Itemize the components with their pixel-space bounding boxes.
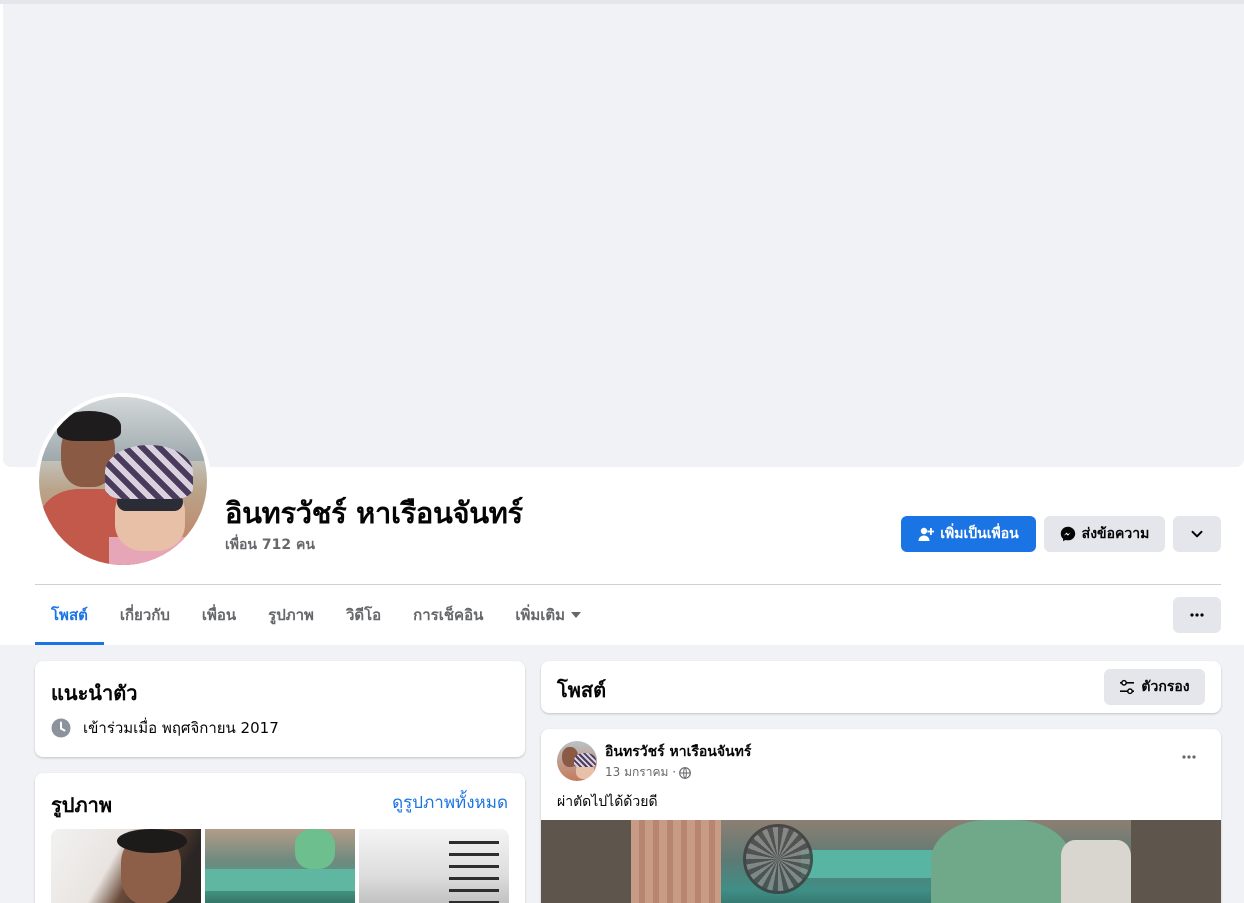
profile-name: อินทรวัชร์ หาเรือนจันทร์	[225, 496, 523, 530]
photo-thumbnail[interactable]	[359, 829, 509, 903]
post-date[interactable]: 13 มกราคม ·	[605, 763, 676, 782]
post-author-name[interactable]: อินทรวัชร์ หาเรือนจันทร์	[605, 741, 751, 763]
profile-tabs: โพสต์ เกี่ยวกับ เพื่อน รูปภาพ วิดีโอ การ…	[35, 585, 597, 645]
chevron-down-icon	[1190, 527, 1204, 541]
posts-header-card: โพสต์ ตัวกรอง	[541, 661, 1221, 713]
post-options-button[interactable]	[1171, 741, 1207, 777]
filter-button[interactable]: ตัวกรอง	[1104, 669, 1205, 705]
photo-grid	[51, 829, 509, 903]
filter-sliders-icon	[1119, 679, 1135, 695]
add-friend-button[interactable]: เพิ่มเป็นเพื่อน	[901, 516, 1036, 552]
post-card: อินทรวัชร์ หาเรือนจันทร์ 13 มกราคม · ผ่า…	[541, 729, 1221, 903]
tab-more[interactable]: เพิ่มเติม	[499, 585, 597, 645]
clock-icon	[51, 718, 71, 738]
filter-label: ตัวกรอง	[1141, 679, 1190, 695]
tab-friends[interactable]: เพื่อน	[186, 585, 252, 645]
see-all-photos-link[interactable]: ดูรูปภาพทั้งหมด	[392, 789, 508, 816]
photo-thumbnail[interactable]	[205, 829, 355, 903]
globe-icon[interactable]	[679, 766, 691, 779]
intro-card: แนะนำตัว เข้าร่วมเมื่อ พฤศจิกายน 2017	[35, 661, 525, 757]
more-horizontal-icon	[1181, 749, 1197, 769]
friend-count[interactable]: เพื่อน 712 คน	[225, 534, 315, 556]
add-friend-icon	[918, 526, 935, 542]
profile-options-dropdown[interactable]	[1173, 516, 1221, 552]
message-button[interactable]: ส่งข้อความ	[1044, 516, 1165, 552]
add-friend-label: เพิ่มเป็นเพื่อน	[940, 526, 1019, 542]
post-author-avatar[interactable]	[557, 741, 597, 781]
tab-posts[interactable]: โพสต์	[35, 585, 104, 645]
post-text: ผ่าตัดไปได้ด้วยดี	[557, 794, 658, 810]
tab-videos[interactable]: วิดีโอ	[330, 585, 397, 645]
tab-more-label: เพิ่มเติม	[515, 606, 566, 624]
photos-card: รูปภาพ ดูรูปภาพทั้งหมด	[35, 773, 525, 903]
photos-title[interactable]: รูปภาพ	[51, 789, 112, 821]
messenger-icon	[1060, 526, 1076, 542]
tab-about[interactable]: เกี่ยวกับ	[104, 585, 186, 645]
more-options-button[interactable]	[1173, 597, 1221, 633]
joined-text: เข้าร่วมเมื่อ พฤศจิกายน 2017	[83, 719, 279, 737]
photo-thumbnail[interactable]	[51, 829, 201, 903]
more-horizontal-icon	[1189, 607, 1205, 623]
profile-picture[interactable]	[35, 393, 211, 569]
intro-title: แนะนำตัว	[51, 681, 138, 705]
post-image[interactable]	[541, 820, 1221, 903]
tab-checkins[interactable]: การเช็คอิน	[397, 585, 499, 645]
message-label: ส่งข้อความ	[1081, 526, 1150, 542]
joined-info: เข้าร่วมเมื่อ พฤศจิกายน 2017	[51, 716, 279, 740]
tab-photos[interactable]: รูปภาพ	[252, 585, 330, 645]
post-meta: 13 มกราคม ·	[605, 763, 691, 782]
caret-down-icon	[571, 612, 582, 618]
profile-picture-image	[39, 397, 207, 565]
posts-title: โพสต์	[557, 678, 607, 702]
